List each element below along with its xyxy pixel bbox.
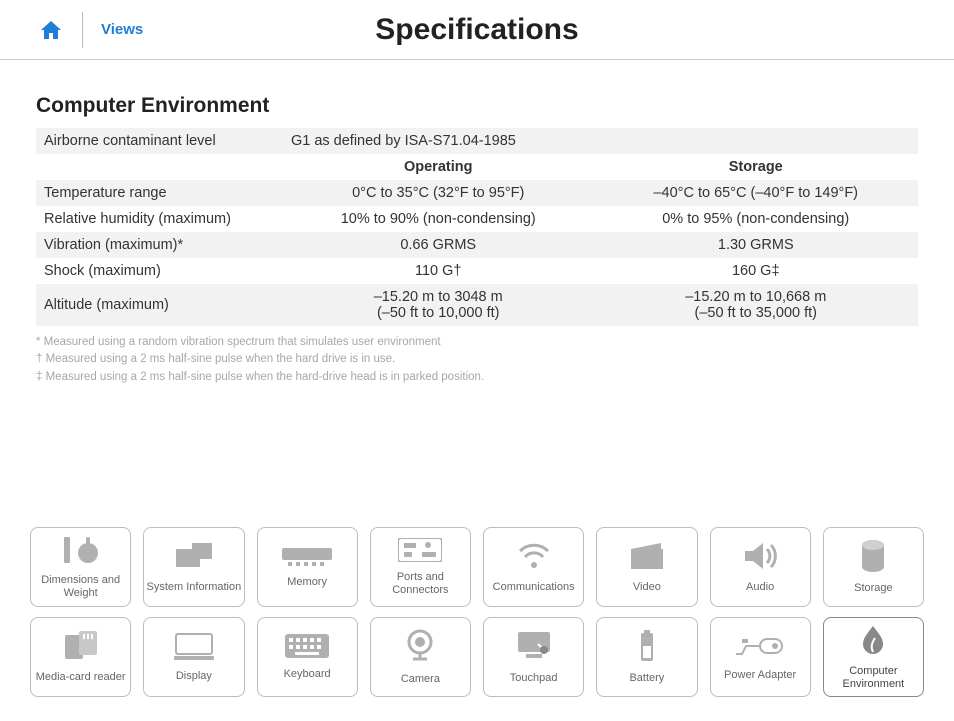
tile-label: Touchpad (510, 672, 558, 685)
tile-label: Audio (746, 581, 774, 594)
nav-tile-ports[interactable]: Ports and Connectors (370, 527, 471, 607)
camera-icon (405, 629, 435, 673)
col-storage: Storage (594, 154, 919, 180)
nav-tile-camera[interactable]: Camera (370, 617, 471, 697)
row-operating: 0.66 GRMS (283, 232, 594, 258)
table-row: Temperature range0°C to 35°C (32°F to 95… (36, 180, 918, 206)
row-value: G1 as defined by ISA-S71.04-1985 (283, 128, 918, 154)
nav-tile-touchpad[interactable]: Touchpad (483, 617, 584, 697)
dimensions-icon (62, 535, 100, 575)
divider (82, 12, 83, 48)
mediacard-icon (63, 631, 99, 671)
nav-tile-display[interactable]: Display (143, 617, 244, 697)
nav-tile-audio[interactable]: Audio (710, 527, 811, 607)
display-icon (174, 632, 214, 670)
tile-label: Communications (493, 581, 575, 594)
tile-label: Dimensions and Weight (33, 574, 128, 599)
footnote: * Measured using a random vibration spec… (36, 334, 918, 351)
col-operating: Operating (283, 154, 594, 180)
nav-tile-battery[interactable]: Battery (596, 617, 697, 697)
table-row: Relative humidity (maximum)10% to 90% (n… (36, 206, 918, 232)
sysinfo-icon (174, 541, 214, 581)
row-storage: 0% to 95% (non-condensing) (594, 206, 919, 232)
table-row: Vibration (maximum)*0.66 GRMS1.30 GRMS (36, 232, 918, 258)
nav-tile-keyboard[interactable]: Keyboard (257, 617, 358, 697)
table-row: Shock (maximum)110 G†160 G‡ (36, 258, 918, 284)
row-storage: –15.20 m to 10,668 m(–50 ft to 35,000 ft… (594, 284, 919, 326)
nav-tile-env[interactable]: Computer Environment (823, 617, 924, 697)
row-label: Temperature range (36, 180, 283, 206)
nav-tile-dimensions[interactable]: Dimensions and Weight (30, 527, 131, 607)
tile-label: Storage (854, 582, 893, 595)
battery-icon (639, 630, 655, 672)
ports-icon (398, 538, 442, 572)
row-label: Relative humidity (maximum) (36, 206, 283, 232)
nav-tile-power[interactable]: Power Adapter (710, 617, 811, 697)
memory-icon (282, 546, 332, 576)
row-label: Shock (maximum) (36, 258, 283, 284)
nav-tile-comm[interactable]: Communications (483, 527, 584, 607)
table-row: Altitude (maximum)–15.20 m to 3048 m(–50… (36, 284, 918, 326)
tile-label: Keyboard (284, 668, 331, 681)
views-link[interactable]: Views (101, 21, 143, 38)
row-operating: 0°C to 35°C (32°F to 95°F) (283, 180, 594, 206)
row-label: Vibration (maximum)* (36, 232, 283, 258)
touchpad-icon (516, 630, 552, 672)
home-icon[interactable] (38, 18, 64, 42)
footnotes: * Measured using a random vibration spec… (36, 334, 918, 386)
storage-icon (860, 540, 886, 582)
tile-label: Power Adapter (724, 669, 796, 682)
tile-label: Video (633, 581, 661, 594)
row-storage: 160 G‡ (594, 258, 919, 284)
row-operating: 10% to 90% (non-condensing) (283, 206, 594, 232)
row-label: Airborne contaminant level (36, 128, 283, 154)
tile-label: Memory (287, 576, 327, 589)
page-title: Specifications (375, 13, 578, 47)
tile-label: Media-card reader (36, 671, 126, 684)
row-label: Altitude (maximum) (36, 284, 283, 326)
footnote: ‡ Measured using a 2 ms half-sine pulse … (36, 369, 918, 386)
audio-icon (743, 541, 777, 581)
keyboard-icon (285, 634, 329, 668)
tile-label: Computer Environment (826, 665, 921, 690)
nav-tile-video[interactable]: Video (596, 527, 697, 607)
nav-tile-storage[interactable]: Storage (823, 527, 924, 607)
top-bar: Views Specifications (0, 0, 954, 60)
tile-label: Ports and Connectors (373, 571, 468, 596)
nav-tile-sysinfo[interactable]: System Information (143, 527, 244, 607)
video-icon (629, 541, 665, 581)
tile-label: System Information (146, 581, 241, 594)
nav-tile-mediacard[interactable]: Media-card reader (30, 617, 131, 697)
tile-label: Battery (629, 672, 664, 685)
section-title: Computer Environment (36, 94, 918, 118)
spec-table: Airborne contaminant level G1 as defined… (36, 128, 918, 326)
row-storage: 1.30 GRMS (594, 232, 919, 258)
comm-icon (516, 541, 552, 581)
power-icon (736, 633, 784, 669)
row-operating: –15.20 m to 3048 m(–50 ft to 10,000 ft) (283, 284, 594, 326)
nav-tile-memory[interactable]: Memory (257, 527, 358, 607)
tile-label: Camera (401, 673, 440, 686)
tile-label: Display (176, 670, 212, 683)
env-icon (861, 624, 885, 666)
bottom-nav: Dimensions and Weight System Information M… (0, 527, 954, 707)
footnote: † Measured using a 2 ms half-sine pulse … (36, 351, 918, 368)
row-operating: 110 G† (283, 258, 594, 284)
row-storage: –40°C to 65°C (–40°F to 149°F) (594, 180, 919, 206)
